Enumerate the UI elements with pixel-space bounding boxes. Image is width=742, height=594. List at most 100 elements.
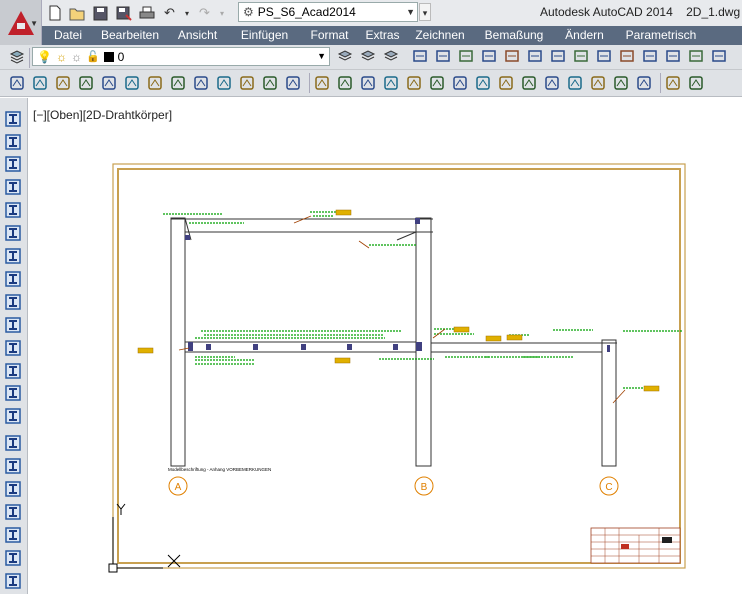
draw-tool-icon-18[interactable] xyxy=(4,526,22,544)
draw-tool-icon-1[interactable] xyxy=(4,133,22,151)
menu-item-4[interactable]: Format xyxy=(299,26,360,45)
annotation-tool-icon-7[interactable] xyxy=(572,47,590,65)
layer-state-icon[interactable] xyxy=(336,47,354,65)
modify-tool-icon-1[interactable] xyxy=(31,74,49,92)
saveas-icon[interactable] xyxy=(115,5,132,22)
menu-item-9[interactable]: Parametrisch xyxy=(616,26,706,45)
annotation-tool-icon-2[interactable] xyxy=(457,47,475,65)
chevron-down-icon: ▼ xyxy=(406,7,415,17)
modify-tool-icon-2[interactable] xyxy=(54,74,72,92)
modify-tool-icon-11[interactable] xyxy=(261,74,279,92)
connection-marker xyxy=(206,344,211,350)
modify-tool-icon-15[interactable] xyxy=(336,74,354,92)
position-tag xyxy=(137,347,154,354)
open-icon[interactable] xyxy=(69,5,86,22)
annotation-tool-icon-9[interactable] xyxy=(618,47,636,65)
annotation-tool-icon-8[interactable] xyxy=(595,47,613,65)
annotation-tool-icon-12[interactable] xyxy=(687,47,705,65)
annotation-tool-icon-13[interactable] xyxy=(710,47,728,65)
annotation-tool-icon-5[interactable] xyxy=(526,47,544,65)
draw-tool-icon-5[interactable] xyxy=(4,224,22,242)
menu-item-6[interactable]: Zeichnen xyxy=(405,26,475,45)
draw-tool-icon-8[interactable] xyxy=(4,293,22,311)
modify-tool-icon-12[interactable] xyxy=(284,74,302,92)
viewport-controls[interactable]: [−][Oben][2D-Drahtkörper] xyxy=(33,108,172,122)
draw-tool-icon-17[interactable] xyxy=(4,503,22,521)
workspace-select[interactable]: ⚙ PS_S6_Acad2014 ▼ xyxy=(238,2,418,22)
modify-tool-icon-10[interactable] xyxy=(238,74,256,92)
modify-tool-icon-23[interactable] xyxy=(520,74,538,92)
modify-tool-icon-4[interactable] xyxy=(100,74,118,92)
draw-tool-icon-12[interactable] xyxy=(4,384,22,402)
layer-select[interactable]: 💡 ☼ ☼ 🔓 0 ▼ xyxy=(32,47,330,66)
modify-tool-icon-18[interactable] xyxy=(405,74,423,92)
annotation-tool-icon-6[interactable] xyxy=(549,47,567,65)
annotation-tool-icon-1[interactable] xyxy=(434,47,452,65)
new-icon[interactable] xyxy=(46,5,63,22)
modify-tool-icon-14[interactable] xyxy=(313,74,331,92)
leader-line xyxy=(612,389,626,404)
save-icon[interactable] xyxy=(92,5,109,22)
menu-item-7[interactable]: Bemaßung xyxy=(475,26,553,45)
layer-match-icon[interactable] xyxy=(359,47,377,65)
draw-tool-icon-16[interactable] xyxy=(4,480,22,498)
modify-tool-icon-5[interactable] xyxy=(123,74,141,92)
viewport-freeze-icon: ☼ xyxy=(70,49,82,64)
modify-tool-icon-8[interactable] xyxy=(192,74,210,92)
draw-tool-icon-2[interactable] xyxy=(4,155,22,173)
annotation-tool-icon-4[interactable] xyxy=(503,47,521,65)
modify-tool-icon-30[interactable] xyxy=(664,74,682,92)
annotation-tool-icon-11[interactable] xyxy=(664,47,682,65)
draw-tool-icon-0[interactable] xyxy=(4,110,22,128)
modify-tool-icon-31[interactable] xyxy=(687,74,705,92)
draw-tool-icon-14[interactable] xyxy=(4,434,22,452)
undo-icon[interactable]: ↶ xyxy=(161,5,178,22)
modify-tool-icon-21[interactable] xyxy=(474,74,492,92)
draw-tool-icon-13[interactable] xyxy=(4,407,22,425)
ucs-icon xyxy=(108,503,181,573)
modify-tool-icon-25[interactable] xyxy=(566,74,584,92)
modify-tool-icon-22[interactable] xyxy=(497,74,515,92)
print-icon[interactable] xyxy=(138,5,155,22)
modify-tool-icon-7[interactable] xyxy=(169,74,187,92)
layer-previous-icon[interactable] xyxy=(382,47,400,65)
draw-tool-icon-3[interactable] xyxy=(4,178,22,196)
menu-item-0[interactable]: Datei xyxy=(42,26,95,45)
draw-tool-icon-6[interactable] xyxy=(4,247,22,265)
modify-tool-icon-17[interactable] xyxy=(382,74,400,92)
undo-dropdown-icon[interactable]: ▾ xyxy=(184,5,190,22)
application-menu-button[interactable]: ▼ xyxy=(0,0,42,45)
modify-tool-icon-28[interactable] xyxy=(635,74,653,92)
modify-tool-icon-26[interactable] xyxy=(589,74,607,92)
draw-tool-icon-15[interactable] xyxy=(4,457,22,475)
menu-item-3[interactable]: Einfügen xyxy=(230,26,299,45)
draw-tool-icon-20[interactable] xyxy=(4,572,22,590)
modify-tool-icon-16[interactable] xyxy=(359,74,377,92)
menu-item-1[interactable]: Bearbeiten xyxy=(95,26,165,45)
drawing-canvas[interactable]: [−][Oben][2D-Drahtkörper] A B C Modellbe… xyxy=(29,98,742,594)
menu-item-8[interactable]: Ändern xyxy=(553,26,616,45)
draw-tool-icon-7[interactable] xyxy=(4,270,22,288)
modify-tool-icon-20[interactable] xyxy=(451,74,469,92)
modify-tool-icon-9[interactable] xyxy=(215,74,233,92)
modify-tool-icon-19[interactable] xyxy=(428,74,446,92)
draw-tool-icon-9[interactable] xyxy=(4,316,22,334)
modify-tool-icon-6[interactable] xyxy=(146,74,164,92)
draw-tool-icon-10[interactable] xyxy=(4,339,22,357)
annotation-tool-icon-10[interactable] xyxy=(641,47,659,65)
menu-item-5[interactable]: Extras xyxy=(360,26,405,45)
annotation-tool-icon-0[interactable] xyxy=(411,47,429,65)
modify-tool-icon-3[interactable] xyxy=(77,74,95,92)
redo-dropdown-icon[interactable]: ▾ xyxy=(219,5,225,22)
redo-icon[interactable]: ↷ xyxy=(196,5,213,22)
draw-tool-icon-19[interactable] xyxy=(4,549,22,567)
customize-qat-button[interactable]: ▾ xyxy=(419,3,431,21)
modify-tool-icon-0[interactable] xyxy=(8,74,26,92)
draw-tool-icon-4[interactable] xyxy=(4,201,22,219)
annotation-tool-icon-3[interactable] xyxy=(480,47,498,65)
modify-tool-icon-27[interactable] xyxy=(612,74,630,92)
menu-item-2[interactable]: Ansicht xyxy=(165,26,230,45)
layer-properties-icon[interactable] xyxy=(8,48,26,66)
modify-tool-icon-24[interactable] xyxy=(543,74,561,92)
draw-tool-icon-11[interactable] xyxy=(4,362,22,380)
